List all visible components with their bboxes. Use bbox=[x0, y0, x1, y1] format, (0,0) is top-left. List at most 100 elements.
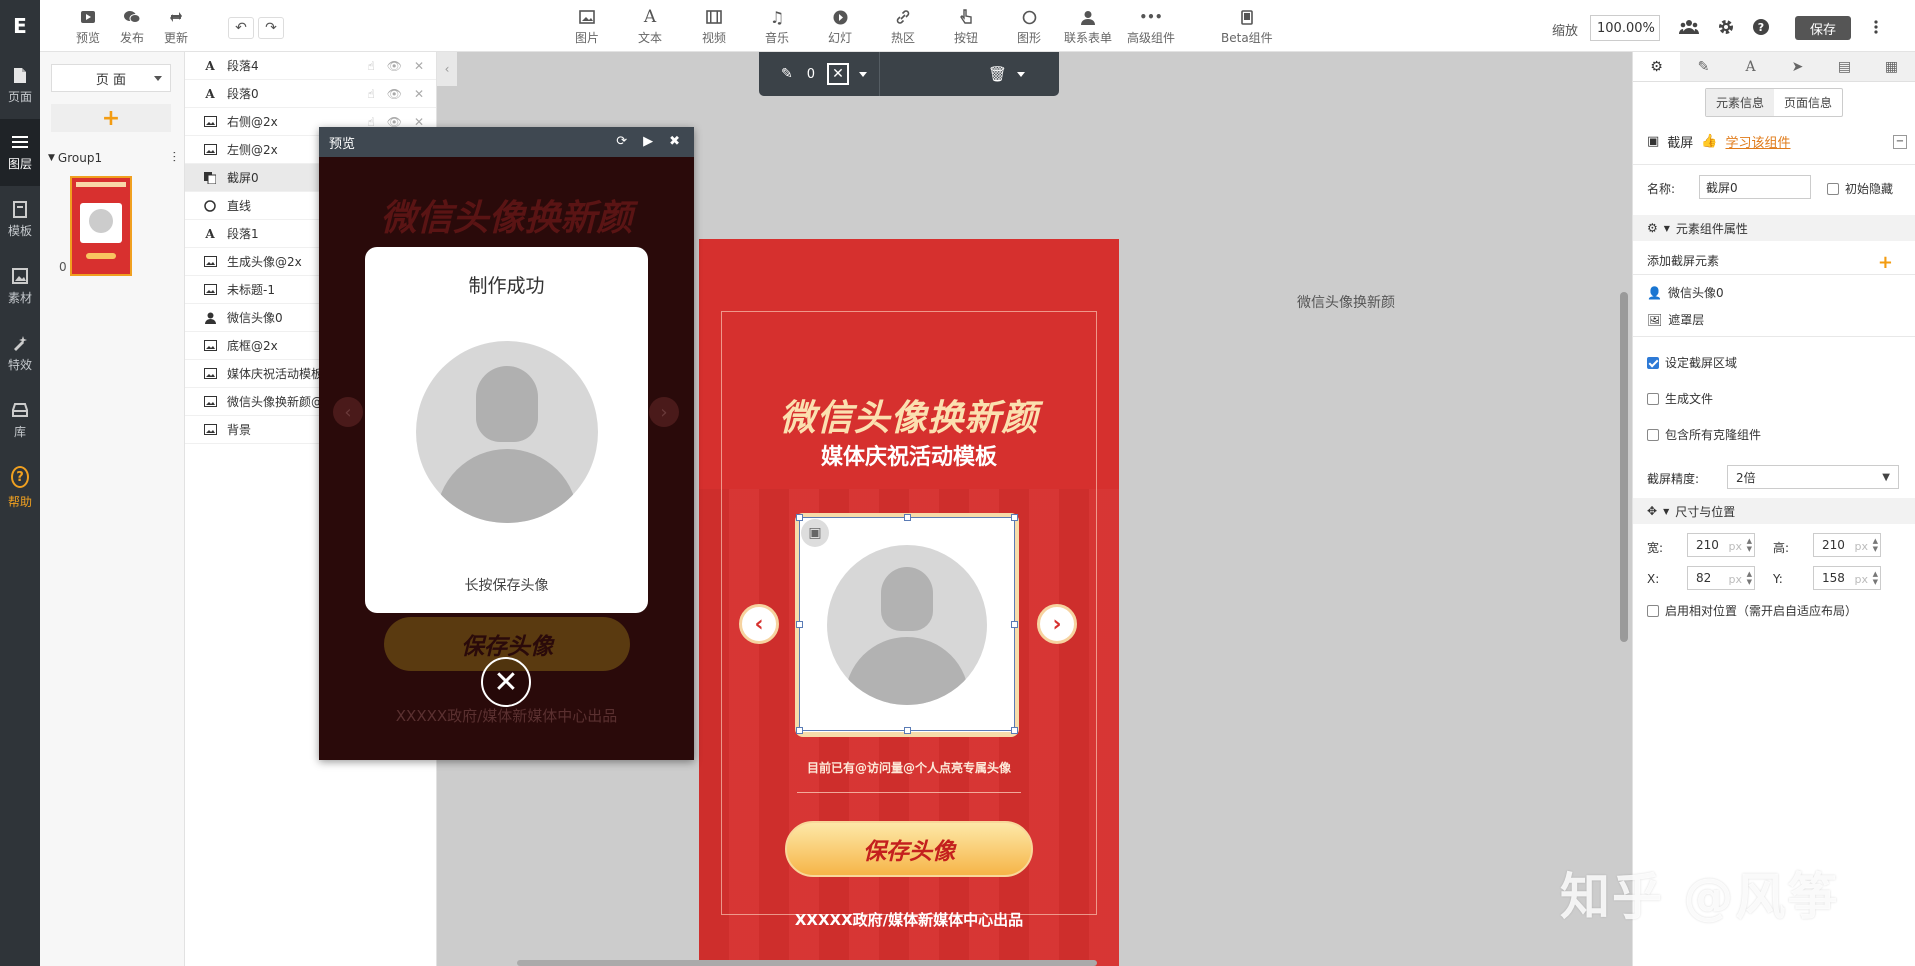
tab-grid[interactable]: ▦ bbox=[1868, 52, 1915, 81]
minimize-icon[interactable]: − bbox=[1893, 134, 1907, 149]
collapse-panel-button[interactable]: ‹ bbox=[437, 52, 457, 86]
y-input[interactable]: 158 px ▲ ▼ bbox=[1813, 566, 1881, 590]
arrow-right-button[interactable]: › bbox=[1037, 604, 1077, 644]
horizontal-scrollbar[interactable] bbox=[517, 960, 1097, 966]
tool-music[interactable]: ♫ 音乐 bbox=[765, 8, 789, 46]
tool-advanced[interactable]: ••• 高级组件 bbox=[1127, 8, 1175, 46]
nav-item-materials[interactable]: 素材 bbox=[0, 253, 40, 320]
nav-item-pages[interactable]: 页面 bbox=[0, 52, 40, 119]
layer-item[interactable]: A 段落4 ☝ 👁 ✕ bbox=[185, 52, 436, 80]
resize-handle[interactable] bbox=[904, 514, 911, 521]
resize-handle[interactable] bbox=[796, 727, 803, 734]
initial-hidden-checkbox[interactable]: 初始隐藏 bbox=[1827, 180, 1893, 197]
gear-icon[interactable] bbox=[1715, 16, 1737, 38]
dialog-close-button[interactable]: ✕ bbox=[481, 657, 531, 707]
redo-button[interactable]: ↷ bbox=[258, 17, 284, 39]
tab-settings[interactable]: ⚙ bbox=[1633, 52, 1680, 81]
chevron-down-icon[interactable] bbox=[859, 71, 868, 77]
relative-position-checkbox[interactable]: 启用相对位置（需开启自适应布局） bbox=[1647, 602, 1857, 619]
generated-avatar[interactable] bbox=[416, 341, 598, 523]
tool-video[interactable]: 视频 bbox=[702, 8, 726, 46]
page-thumbnail[interactable] bbox=[70, 176, 132, 276]
trash-icon[interactable]: 🗑 bbox=[988, 65, 1007, 83]
resize-handle[interactable] bbox=[796, 514, 803, 521]
tool-shape[interactable]: 图形 bbox=[1017, 8, 1041, 46]
name-input[interactable] bbox=[1699, 175, 1811, 199]
arrow-left-button[interactable]: ‹ bbox=[739, 604, 779, 644]
save-button[interactable]: 保存 bbox=[1795, 16, 1851, 40]
tab-document[interactable]: ▤ bbox=[1821, 52, 1868, 81]
tool-image[interactable]: 图片 bbox=[575, 8, 599, 46]
kebab-menu-icon[interactable] bbox=[1865, 16, 1887, 38]
tool-slide[interactable]: 幻灯 bbox=[828, 8, 852, 46]
element-info-tab[interactable]: 元素信息 bbox=[1706, 89, 1775, 116]
eye-icon[interactable]: 👁 bbox=[387, 59, 402, 73]
resize-handle[interactable] bbox=[1011, 621, 1018, 628]
nav-item-library[interactable]: 库 bbox=[0, 387, 40, 454]
save-avatar-button[interactable]: 保存头像 bbox=[785, 821, 1033, 877]
generate-file-checkbox[interactable]: 生成文件 bbox=[1647, 390, 1713, 407]
include-clones-checkbox[interactable]: 包含所有克隆组件 bbox=[1647, 426, 1761, 443]
tab-action[interactable]: ➤ bbox=[1774, 52, 1821, 81]
eye-icon[interactable]: 👁 bbox=[387, 87, 402, 101]
capture-element-item[interactable]: 🖼 遮罩层 bbox=[1647, 311, 1704, 328]
checkbox-checked[interactable] bbox=[1647, 356, 1659, 369]
tab-style[interactable]: ✎ bbox=[1680, 52, 1727, 81]
set-area-checkbox[interactable]: 设定截屏区域 bbox=[1647, 354, 1737, 371]
video-icon[interactable]: ▶ bbox=[643, 134, 653, 149]
tool-contact-form[interactable]: 联系表单 bbox=[1064, 8, 1112, 46]
group-row[interactable]: ▼ Group1 ⫶ bbox=[48, 150, 176, 166]
visit-count-text[interactable]: 目前已有@访问量@个人点亮专属头像 bbox=[699, 759, 1119, 776]
refresh-icon[interactable]: ⟳ bbox=[616, 134, 627, 149]
app-logo[interactable]: E bbox=[0, 0, 40, 52]
capture-element-item[interactable]: 👤 微信头像0 bbox=[1647, 284, 1724, 301]
hand-icon[interactable]: ☝ bbox=[367, 87, 374, 101]
tool-button[interactable]: 按钮 bbox=[954, 8, 978, 46]
pen-icon[interactable]: ✎ bbox=[781, 66, 793, 82]
nav-item-effects[interactable]: 特效 bbox=[0, 320, 40, 387]
selection-box[interactable] bbox=[796, 514, 1018, 734]
tab-font[interactable]: A bbox=[1727, 52, 1774, 81]
checkbox[interactable] bbox=[1647, 392, 1659, 405]
page-title[interactable]: 微信头像换新颜 bbox=[699, 389, 1119, 441]
height-input[interactable]: 210 px ▲ ▼ bbox=[1813, 533, 1881, 557]
spinner-icon[interactable]: ▲ ▼ bbox=[1747, 537, 1752, 553]
x-input[interactable]: 82 px ▲ ▼ bbox=[1687, 566, 1755, 590]
team-icon[interactable] bbox=[1678, 16, 1700, 38]
spinner-icon[interactable]: ▲ ▼ bbox=[1747, 570, 1752, 586]
page-select[interactable]: 页 面 bbox=[51, 64, 171, 92]
chevron-down-icon[interactable] bbox=[1017, 71, 1026, 77]
hand-icon[interactable]: ☝ bbox=[367, 59, 374, 73]
update-button[interactable]: 更新 bbox=[164, 8, 188, 46]
add-element-button[interactable]: + bbox=[1878, 252, 1893, 273]
spinner-icon[interactable]: ▲ ▼ bbox=[1873, 537, 1878, 553]
border-none-icon[interactable]: ✕ bbox=[827, 63, 850, 85]
nav-item-layers[interactable]: 图层 bbox=[0, 119, 40, 186]
checkbox[interactable] bbox=[1647, 604, 1659, 617]
phone-page[interactable]: 微信头像换新颜 媒体庆祝活动模板 ▣ ‹ › 目前已有@访问量@个人点亮专属头像 bbox=[699, 239, 1119, 966]
undo-button[interactable]: ↶ bbox=[228, 17, 254, 39]
layer-item[interactable]: A 段落0 ☝ 👁 ✕ bbox=[185, 80, 436, 108]
spinner-icon[interactable]: ▲ ▼ bbox=[1873, 570, 1878, 586]
resize-handle[interactable] bbox=[1011, 727, 1018, 734]
resize-handle[interactable] bbox=[904, 727, 911, 734]
nav-item-templates[interactable]: 模板 bbox=[0, 186, 40, 253]
credit-text[interactable]: XXXXX政府/媒体新媒体中心出品 bbox=[699, 909, 1119, 930]
close-icon[interactable]: ✕ bbox=[414, 59, 424, 73]
resize-handle[interactable] bbox=[796, 621, 803, 628]
section-size-position[interactable]: ✥ ▼ 尺寸与位置 bbox=[1633, 498, 1915, 524]
add-page-button[interactable]: + bbox=[51, 104, 171, 132]
section-component-props[interactable]: ⚙ ▼ 元素组件属性 bbox=[1633, 215, 1915, 241]
resize-handle[interactable] bbox=[1011, 514, 1018, 521]
tool-text[interactable]: A 文本 bbox=[638, 7, 662, 46]
preview-button[interactable]: 预览 bbox=[76, 8, 100, 46]
close-icon[interactable]: ✕ bbox=[414, 87, 424, 101]
tool-beta[interactable]: Beta组件 bbox=[1221, 8, 1273, 46]
zoom-input[interactable] bbox=[1590, 15, 1660, 41]
vertical-scrollbar[interactable] bbox=[1620, 292, 1628, 642]
page-info-tab[interactable]: 页面信息 bbox=[1774, 89, 1842, 116]
page-subtitle[interactable]: 媒体庆祝活动模板 bbox=[699, 439, 1119, 471]
close-icon[interactable]: ✖ bbox=[669, 134, 680, 149]
question-icon[interactable]: ? bbox=[1750, 16, 1772, 38]
publish-button[interactable]: 发布 bbox=[120, 8, 144, 46]
